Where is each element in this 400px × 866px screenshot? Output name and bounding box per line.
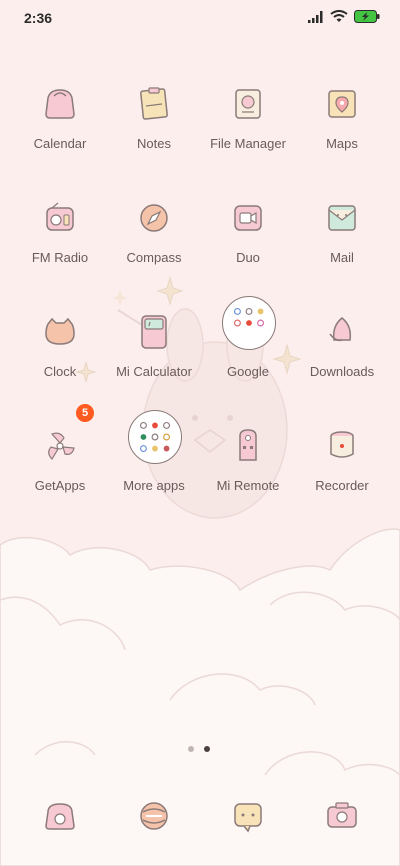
calendar-icon bbox=[45, 89, 75, 119]
app-clock[interactable]: Clock bbox=[12, 312, 108, 392]
app-label: Mi Calculator bbox=[116, 364, 192, 379]
app-notes[interactable]: Notes bbox=[106, 84, 202, 164]
phone-icon bbox=[45, 803, 75, 830]
app-label: Calendar bbox=[33, 136, 87, 151]
app-label: More apps bbox=[123, 478, 185, 493]
browser-icon bbox=[140, 802, 168, 830]
status-bar: 2:36 bbox=[0, 0, 400, 36]
folder-icon bbox=[128, 410, 182, 464]
dock-camera[interactable] bbox=[294, 796, 390, 866]
app-fm-radio[interactable]: FM Radio bbox=[12, 198, 108, 278]
app-label: Recorder bbox=[315, 478, 369, 493]
downloads-icon bbox=[329, 317, 352, 342]
page-dot-1[interactable] bbox=[188, 746, 194, 752]
app-maps[interactable]: Maps bbox=[294, 84, 390, 164]
camera-icon bbox=[327, 802, 357, 828]
page-indicator[interactable] bbox=[188, 746, 210, 752]
app-duo[interactable]: Duo bbox=[200, 198, 296, 278]
app-label: Notes bbox=[137, 136, 171, 151]
notification-badge: 5 bbox=[76, 404, 94, 422]
status-time: 2:36 bbox=[24, 10, 53, 26]
recorder-icon bbox=[330, 431, 354, 458]
app-label: Downloads bbox=[309, 364, 375, 379]
file-manager-icon bbox=[235, 89, 261, 119]
app-label: Mail bbox=[330, 250, 354, 265]
app-mail[interactable]: Mail bbox=[294, 198, 390, 278]
compass-icon bbox=[140, 204, 168, 232]
app-label: File Manager bbox=[210, 136, 286, 151]
folder-google[interactable]: Google bbox=[200, 296, 296, 392]
folder-icon bbox=[222, 296, 276, 350]
dock-messages[interactable] bbox=[200, 796, 296, 866]
app-downloads[interactable]: Downloads bbox=[294, 312, 390, 392]
dock-phone[interactable] bbox=[12, 796, 108, 866]
app-label: Duo bbox=[236, 250, 260, 265]
clock-icon bbox=[45, 317, 75, 345]
remote-icon bbox=[239, 429, 257, 461]
messages-icon bbox=[234, 803, 262, 833]
folder-more-apps[interactable]: More apps bbox=[106, 410, 202, 506]
app-label: Mi Remote bbox=[216, 478, 280, 493]
dock-browser[interactable] bbox=[106, 796, 202, 866]
app-getapps[interactable]: GetApps bbox=[12, 426, 108, 506]
app-compass[interactable]: Compass bbox=[106, 198, 202, 278]
radio-icon bbox=[46, 202, 74, 231]
app-label: GetApps bbox=[34, 478, 86, 493]
app-label: Compass bbox=[126, 250, 182, 265]
app-recorder[interactable]: Recorder bbox=[294, 426, 390, 506]
page-dot-2[interactable] bbox=[204, 746, 210, 752]
app-file-manager[interactable]: File Manager bbox=[200, 84, 296, 164]
mail-icon bbox=[328, 205, 356, 231]
signal-icon bbox=[308, 10, 323, 23]
app-label: Maps bbox=[326, 136, 358, 151]
battery-charging-icon bbox=[354, 10, 380, 23]
notes-icon bbox=[140, 87, 168, 120]
video-camera-icon bbox=[234, 205, 262, 231]
wifi-icon bbox=[330, 10, 348, 22]
app-calendar[interactable]: Calendar bbox=[12, 84, 108, 164]
app-mi-remote[interactable]: Mi Remote bbox=[200, 426, 296, 506]
app-label: Google bbox=[227, 364, 269, 379]
app-label: FM Radio bbox=[31, 250, 89, 265]
calculator-icon bbox=[141, 315, 167, 349]
app-mi-calculator[interactable]: Mi Calculator bbox=[106, 312, 202, 392]
app-label: Clock bbox=[43, 364, 77, 379]
getapps-icon bbox=[48, 432, 75, 460]
maps-icon bbox=[328, 90, 356, 118]
